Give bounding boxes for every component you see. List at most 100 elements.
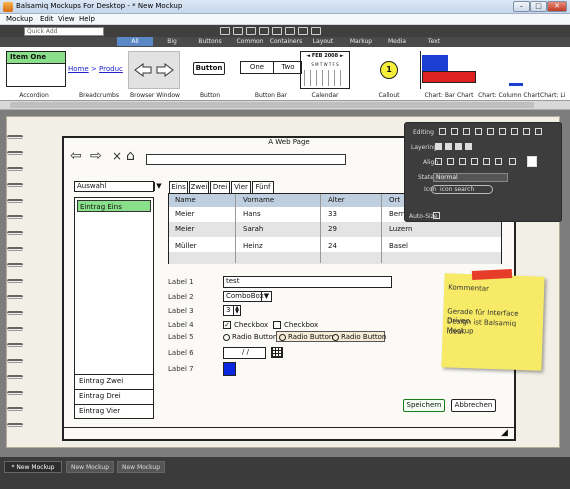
gallery-browser-window[interactable] [128,51,180,89]
send-back-icon[interactable] [465,143,472,150]
checkbox-checked[interactable]: ✓ [223,321,231,329]
menu-help[interactable]: Help [79,15,95,23]
align-center-icon[interactable] [447,158,454,165]
undo-icon[interactable] [463,128,470,135]
list-item-eins[interactable]: Eintrag Eins [77,200,151,212]
duplicate-icon[interactable] [285,27,295,35]
gallery-bar-chart[interactable] [420,51,478,89]
autosize-icon[interactable] [433,212,440,219]
sticky-note[interactable]: Kommentar Gerade für Interface Driven De… [441,273,545,371]
mockup-list[interactable]: Eintrag Eins Eintrag Zwei Eintrag Drei E… [74,197,154,419]
tab-drei[interactable]: Drei [210,181,230,193]
gallery-scrollbar-thumb[interactable] [10,102,534,108]
resize-grip-icon[interactable]: ◢ [501,428,508,438]
tab-text[interactable]: Text [424,38,444,45]
maximize-button[interactable]: □ [530,1,547,12]
buttonbar-two: Two [281,63,295,71]
gallery-calendar[interactable]: ◄ FEB 2008 ► S M T W T F S [300,51,350,89]
tab-fuenf[interactable]: Fünf [252,181,274,193]
align-left-icon[interactable] [435,158,442,165]
menu-mockup[interactable]: Mockup [6,15,33,23]
menu-edit[interactable]: Edit [40,15,54,23]
bring-front-icon[interactable] [435,143,442,150]
tab-media[interactable]: Media [384,38,410,45]
group-icon[interactable] [523,128,530,135]
doc-tab-active[interactable]: * New Mockup [4,461,62,473]
list-item-vier[interactable]: Eintrag Vier [77,405,151,417]
radio-1-label: Radio Button [232,333,278,341]
gallery-scrollbar[interactable] [0,101,570,110]
radio-3[interactable] [332,334,339,341]
tab-containers[interactable]: Containers [268,38,304,45]
tab-all[interactable]: All [117,37,153,46]
inspector-editing-label: Editing [413,129,434,136]
gallery-button[interactable]: Button [193,62,225,75]
quick-add-input[interactable]: Quick Add [24,27,104,36]
duplicate-icon[interactable] [511,128,518,135]
redo-icon[interactable] [233,27,243,35]
minimize-button[interactable]: – [513,1,530,12]
tab-markup[interactable]: Markup [345,38,377,45]
mockup-url-bar[interactable] [146,154,346,165]
date-field[interactable]: / / [223,347,266,359]
gallery-button-bar[interactable]: One Two [240,61,302,74]
gallery-column-chart[interactable] [485,51,530,89]
calendar-icon[interactable] [271,347,283,358]
edit-icon[interactable] [439,128,446,135]
radio-3-label: Radio Button [341,333,387,341]
copy-icon[interactable] [487,128,494,135]
gallery-label-breadcrumbs: Breadcrumbs [79,92,119,99]
align-menu-icon[interactable] [527,156,537,167]
tab-big[interactable]: Big [160,38,184,45]
state-select[interactable]: Normal [433,173,508,182]
doc-tab[interactable]: New Mockup [66,461,114,473]
gallery-breadcrumbs[interactable]: Home > Produc [68,65,130,77]
undo-icon[interactable] [220,27,230,35]
bring-forward-icon[interactable] [445,143,452,150]
align-right-icon[interactable] [459,158,466,165]
send-backward-icon[interactable] [455,143,462,150]
paste-icon[interactable] [272,27,282,35]
align-top-icon[interactable] [471,158,478,165]
tab-layout[interactable]: Layout [309,38,337,45]
lock-icon[interactable] [535,128,542,135]
list-divider [75,374,153,375]
radio-1[interactable] [223,334,230,341]
mockup-select[interactable]: Auswahl ▼ [74,181,162,192]
distribute-icon[interactable] [509,158,516,165]
grid-header-name: Name [175,196,196,204]
gallery-callout[interactable]: 1 [380,61,398,79]
doc-tab[interactable]: New Mockup [117,461,165,473]
text-input[interactable]: test [223,276,392,288]
copy-icon[interactable] [259,27,269,35]
group-icon[interactable] [298,27,308,35]
lock-icon[interactable] [311,27,321,35]
checkbox-unchecked[interactable] [273,321,281,329]
save-button[interactable]: Speichern [403,399,445,412]
form-label-3: Label 3 [168,307,194,315]
align-bottom-icon[interactable] [495,158,502,165]
tab-buttons[interactable]: Buttons [192,38,228,45]
align-middle-icon[interactable] [483,158,490,165]
list-item-drei[interactable]: Eintrag Drei [77,390,151,402]
tab-eins[interactable]: Eins [169,181,188,193]
list-item-zwei[interactable]: Eintrag Zwei [77,375,151,387]
radio-2[interactable] [279,334,286,341]
link-icon[interactable] [451,128,458,135]
grid-cell: Luzern [389,225,413,233]
cut-icon[interactable] [475,128,482,135]
close-button[interactable]: ✕ [547,1,567,12]
cancel-button[interactable]: Abbrechen [451,399,496,412]
gallery-accordion[interactable]: Item One [6,51,66,87]
tab-common[interactable]: Common [233,38,267,45]
combobox[interactable]: ComboBox ▼ [223,291,272,302]
cut-icon[interactable] [246,27,256,35]
menu-view[interactable]: View [58,15,75,23]
gallery-label-callout: Callout [378,92,400,99]
color-picker[interactable] [223,362,236,376]
icon-search-input[interactable]: icon search [431,185,493,194]
tab-zwei[interactable]: Zwei [189,181,209,193]
tab-vier[interactable]: Vier [231,181,251,193]
numeric-stepper[interactable]: 3 ▲ ▼ [223,305,241,316]
paste-icon[interactable] [499,128,506,135]
